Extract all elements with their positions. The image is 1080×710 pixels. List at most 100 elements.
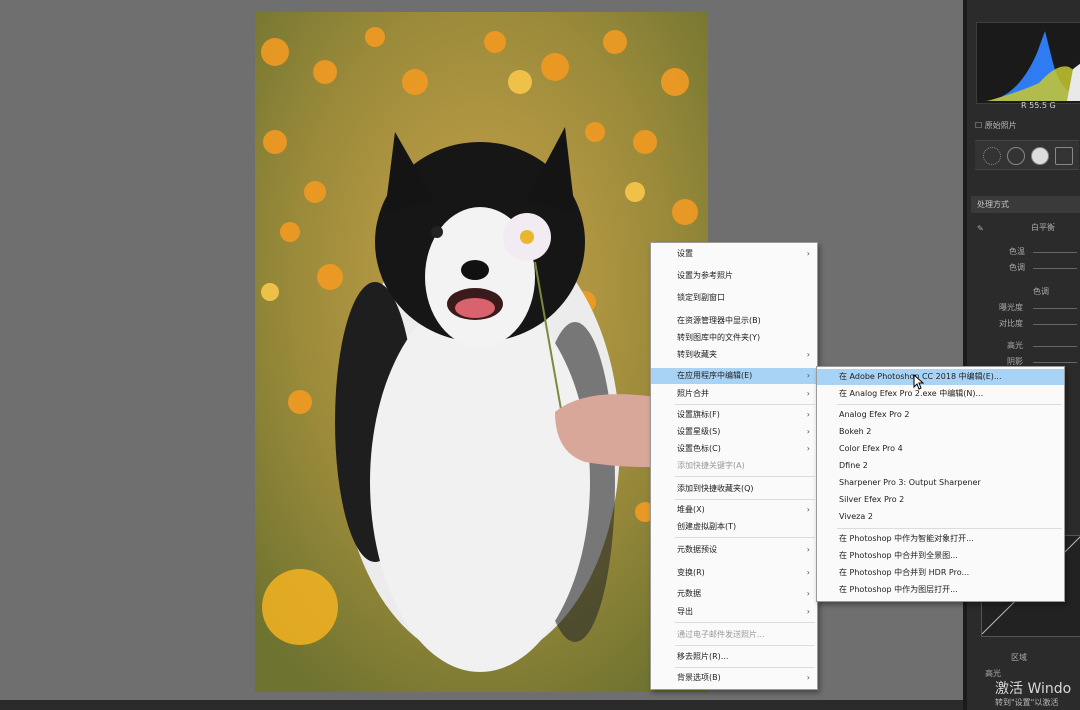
menu-item-label: 背景选项(B) bbox=[677, 673, 721, 682]
temp-label: 色温 bbox=[1009, 247, 1025, 256]
submenu-arrow-icon: › bbox=[806, 444, 810, 453]
photo-canvas bbox=[0, 0, 963, 710]
spot-removal-icon[interactable] bbox=[1007, 147, 1025, 165]
submenu-item-panorama[interactable]: 在 Photoshop 中合并到全景图... bbox=[817, 548, 1064, 564]
crop-tool-icon[interactable] bbox=[983, 147, 1001, 165]
menu-item-label: 移去照片(R)... bbox=[677, 652, 729, 661]
submenu-item-dfine[interactable]: Dfine 2 bbox=[817, 458, 1064, 474]
submenu-item-label: 在 Photoshop 中合并到全景图... bbox=[839, 551, 958, 560]
menu-item-label: 添加到快捷收藏夹(Q) bbox=[677, 484, 754, 493]
highlights-label: 高光 bbox=[1007, 341, 1023, 350]
menu-item-label: 添加快捷关键字(A) bbox=[677, 461, 745, 470]
menu-item-photo-merge[interactable]: 照片合并 › bbox=[651, 386, 817, 402]
menu-item-label: 通过电子邮件发送照片... bbox=[677, 630, 765, 639]
panel-divider bbox=[963, 0, 967, 710]
menu-item-label: 转到图库中的文件夹(Y) bbox=[677, 333, 761, 342]
menu-separator bbox=[837, 404, 1062, 405]
tint-label: 色调 bbox=[1009, 263, 1025, 272]
histogram[interactable] bbox=[976, 22, 1080, 104]
exposure-slider[interactable] bbox=[1033, 308, 1077, 309]
submenu-item-smart-object[interactable]: 在 Photoshop 中作为智能对象打开... bbox=[817, 531, 1064, 547]
menu-item-go-to-collection[interactable]: 转到收藏夹 › bbox=[651, 347, 817, 363]
menu-item-add-keyword: 添加快捷关键字(A) bbox=[651, 458, 817, 474]
menu-item-settings[interactable]: 设置 › bbox=[651, 246, 817, 262]
submenu-item-label: Silver Efex Pro 2 bbox=[839, 495, 905, 504]
menu-item-label: 转到收藏夹 bbox=[677, 350, 717, 359]
menu-separator bbox=[675, 476, 815, 477]
submenu-arrow-icon: › bbox=[806, 589, 810, 598]
submenu-item-photoshop-cc[interactable]: 在 Adobe Photoshop CC 2018 中编辑(E)... bbox=[817, 369, 1064, 385]
submenu-item-viveza[interactable]: Viveza 2 bbox=[817, 509, 1064, 525]
tint-slider[interactable] bbox=[1033, 268, 1077, 269]
menu-item-lock-secondary[interactable]: 锁定到副窗口 bbox=[651, 290, 817, 306]
red-eye-icon[interactable] bbox=[1031, 147, 1049, 165]
eyedropper-icon[interactable]: ✎ bbox=[977, 224, 984, 233]
mouse-cursor-icon bbox=[913, 374, 925, 390]
menu-item-background-options[interactable]: 背景选项(B) › bbox=[651, 670, 817, 686]
checkbox-icon[interactable]: ☐ bbox=[975, 121, 982, 130]
submenu-arrow-icon: › bbox=[806, 568, 810, 577]
menu-item-set-rating[interactable]: 设置星级(S) › bbox=[651, 424, 817, 440]
graduated-filter-icon[interactable] bbox=[1055, 147, 1073, 165]
menu-item-label: 在资源管理器中显示(B) bbox=[677, 316, 761, 325]
dog-photo[interactable] bbox=[255, 12, 708, 692]
submenu-item-sharpener[interactable]: Sharpener Pro 3: Output Sharpener bbox=[817, 475, 1064, 491]
menu-item-label: 元数据 bbox=[677, 589, 701, 598]
menu-separator bbox=[675, 499, 815, 500]
submenu-arrow-icon: › bbox=[806, 249, 810, 258]
menu-item-metadata-presets[interactable]: 元数据预设 › bbox=[651, 542, 817, 558]
dog-photo-image bbox=[255, 12, 708, 692]
menu-item-set-flag[interactable]: 设置旗标(F) › bbox=[651, 407, 817, 423]
menu-item-add-quick-collection[interactable]: 添加到快捷收藏夹(Q) bbox=[651, 481, 817, 497]
context-menu: 设置 › 设置为参考照片 锁定到副窗口 在资源管理器中显示(B) 转到图库中的文件… bbox=[650, 242, 818, 690]
menu-item-go-to-folder[interactable]: 转到图库中的文件夹(Y) bbox=[651, 330, 817, 346]
menu-item-stack[interactable]: 堆叠(X) › bbox=[651, 502, 817, 518]
submenu-arrow-icon: › bbox=[806, 607, 810, 616]
exposure-label: 曝光度 bbox=[999, 303, 1023, 312]
menu-item-export[interactable]: 导出 › bbox=[651, 604, 817, 620]
menu-item-show-in-explorer[interactable]: 在资源管理器中显示(B) bbox=[651, 313, 817, 329]
submenu-item-as-layers[interactable]: 在 Photoshop 中作为图层打开... bbox=[817, 582, 1064, 598]
submenu-item-analog-efex[interactable]: Analog Efex Pro 2 bbox=[817, 407, 1064, 423]
submenu-item-label: Sharpener Pro 3: Output Sharpener bbox=[839, 478, 981, 487]
menu-item-label: 导出 bbox=[677, 607, 693, 616]
submenu-item-label: Analog Efex Pro 2 bbox=[839, 410, 910, 419]
submenu-item-color-efex[interactable]: Color Efex Pro 4 bbox=[817, 441, 1064, 457]
submenu-item-label: 在 Analog Efex Pro 2.exe 中编辑(N)... bbox=[839, 389, 984, 398]
menu-separator bbox=[675, 537, 815, 538]
menu-item-edit-in[interactable]: 在应用程序中编辑(E) › bbox=[651, 368, 817, 384]
submenu-item-silver-efex[interactable]: Silver Efex Pro 2 bbox=[817, 492, 1064, 508]
curve-region-label: 区域 bbox=[1011, 653, 1027, 662]
submenu-item-bokeh[interactable]: Bokeh 2 bbox=[817, 424, 1064, 440]
submenu-arrow-icon: › bbox=[806, 545, 810, 554]
menu-item-virtual-copy[interactable]: 创建虚拟副本(T) bbox=[651, 519, 817, 535]
menu-item-set-color-label[interactable]: 设置色标(C) › bbox=[651, 441, 817, 457]
menu-item-metadata[interactable]: 元数据 › bbox=[651, 586, 817, 602]
submenu-item-label: Color Efex Pro 4 bbox=[839, 444, 903, 453]
submenu-arrow-icon: › bbox=[806, 427, 810, 436]
temp-slider[interactable] bbox=[1033, 252, 1077, 253]
wb-label: 白平衡 bbox=[1031, 223, 1055, 232]
menu-item-remove-photo[interactable]: 移去照片(R)... bbox=[651, 649, 817, 665]
tool-strip bbox=[975, 140, 1079, 170]
submenu-arrow-icon: › bbox=[806, 410, 810, 419]
menu-item-label: 元数据预设 bbox=[677, 545, 717, 554]
submenu-item-label: Viveza 2 bbox=[839, 512, 873, 521]
menu-item-label: 照片合并 bbox=[677, 389, 709, 398]
shadows-slider[interactable] bbox=[1033, 362, 1077, 363]
activation-watermark-sub: 转到"设置"以激活 bbox=[995, 698, 1059, 707]
original-photo-toggle[interactable]: ☐ 原始照片 bbox=[975, 120, 1017, 131]
contrast-slider[interactable] bbox=[1033, 324, 1077, 325]
submenu-item-analog-efex-exe[interactable]: 在 Analog Efex Pro 2.exe 中编辑(N)... bbox=[817, 386, 1064, 402]
menu-item-transform[interactable]: 变换(R) › bbox=[651, 565, 817, 581]
submenu-arrow-icon: › bbox=[806, 371, 810, 380]
submenu-item-hdr-pro[interactable]: 在 Photoshop 中合并到 HDR Pro... bbox=[817, 565, 1064, 581]
filmstrip-edge bbox=[0, 700, 963, 710]
highlights-slider[interactable] bbox=[1033, 346, 1077, 347]
menu-item-label: 设置旗标(F) bbox=[677, 410, 720, 419]
menu-item-set-reference[interactable]: 设置为参考照片 bbox=[651, 268, 817, 284]
develop-right-panel: R 55.5 G ☐ 原始照片 处理方式 ✎ 白平衡 色温 色调 色调 曝光度 … bbox=[963, 0, 1080, 710]
activation-watermark: 激活 Windo bbox=[995, 681, 1072, 697]
treatment-section-header[interactable]: 处理方式 bbox=[971, 196, 1080, 213]
menu-separator bbox=[837, 528, 1062, 529]
